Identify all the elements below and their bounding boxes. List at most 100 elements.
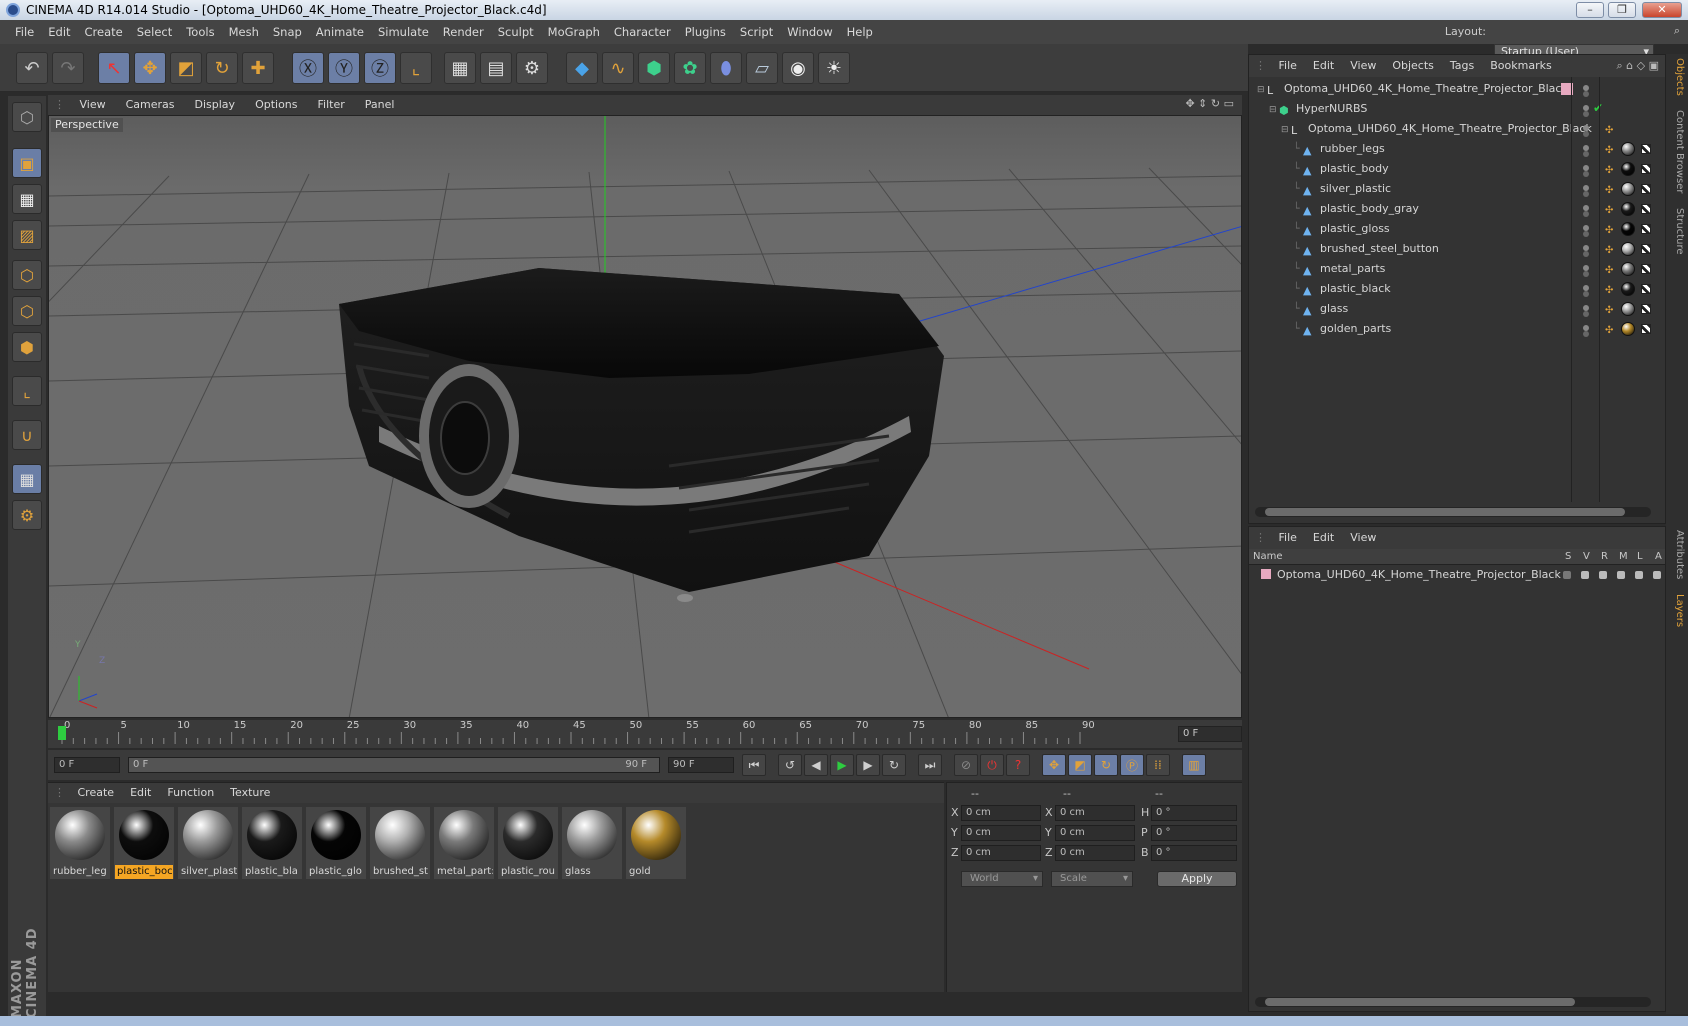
menu-select[interactable]: Select <box>130 20 179 44</box>
uvw-tag-icon[interactable] <box>1641 284 1651 294</box>
render-settings-icon[interactable]: ⚙ <box>516 52 548 84</box>
material-swatch[interactable]: brushed_st <box>370 807 430 879</box>
collapse-toggle-icon[interactable]: ⊟ <box>1269 100 1279 120</box>
layer-row[interactable]: Optoma_UHD60_4K_Home_Theatre_Projector_B… <box>1249 565 1561 585</box>
object-menu-edit[interactable]: Edit <box>1305 55 1342 77</box>
material-menu-function[interactable]: Function <box>159 783 222 803</box>
menu-snap[interactable]: Snap <box>266 20 309 44</box>
render-visibility-dot[interactable] <box>1583 231 1589 237</box>
coordinate-space-dropdown[interactable]: World ▾ <box>961 871 1043 887</box>
autokey-icon[interactable]: ⏻ <box>980 754 1004 776</box>
coord-pos-field[interactable]: 0 cm <box>961 845 1041 861</box>
mograph-cloner-icon[interactable]: ✿ <box>674 52 706 84</box>
layer-menu-view[interactable]: View <box>1342 527 1384 549</box>
layer-header-col-r[interactable]: R <box>1601 549 1608 565</box>
scale-tool-icon[interactable]: ◩ <box>170 52 202 84</box>
deformer-icon[interactable]: ⬮ <box>710 52 742 84</box>
viewport-menu-cameras[interactable]: Cameras <box>116 95 185 115</box>
timeline-ruler[interactable]: 0 5 10 15 20 25 30 35 40 45 50 55 60 65 70 75 80 85 90 <box>48 720 1242 748</box>
material-swatch[interactable]: rubber_leg <box>50 807 110 879</box>
coord-size-field[interactable]: 0 cm <box>1055 845 1135 861</box>
phong-tag-icon[interactable]: ✣ <box>1605 245 1613 256</box>
object-tree-row[interactable]: └ ▲ plastic_black <box>1249 279 1579 299</box>
material-tag-icon[interactable] <box>1621 222 1635 236</box>
uvw-tag-icon[interactable] <box>1641 304 1651 314</box>
viewport-menu-panel[interactable]: Panel <box>355 95 405 115</box>
object-menu-bookmarks[interactable]: Bookmarks <box>1482 55 1559 77</box>
frame-range-slider[interactable]: 0 F 90 F <box>128 757 660 773</box>
object-tree-row[interactable]: └ ▲ silver_plastic <box>1249 179 1579 199</box>
object-hscrollbar[interactable] <box>1255 507 1651 517</box>
z-axis-lock-icon[interactable]: Ⓩ <box>364 52 396 84</box>
start-frame-field[interactable]: 0 F <box>54 757 120 773</box>
viewport-menu-options[interactable]: Options <box>245 95 307 115</box>
x-axis-lock-icon[interactable]: Ⓧ <box>292 52 324 84</box>
polygons-mode-icon[interactable]: ⬢ <box>12 332 42 362</box>
coord-size-field[interactable]: 0 cm <box>1055 825 1135 841</box>
menu-animate[interactable]: Animate <box>309 20 371 44</box>
maximize-button[interactable]: ❐ <box>1608 2 1636 18</box>
render-visibility-dot[interactable] <box>1583 91 1589 97</box>
locked-workplane-icon[interactable]: ⚙ <box>12 500 42 530</box>
solo-toggle-icon[interactable] <box>1563 571 1571 579</box>
object-tree-row[interactable]: └ ▲ metal_parts <box>1249 259 1579 279</box>
uvw-tag-icon[interactable] <box>1641 184 1651 194</box>
menu-sculpt[interactable]: Sculpt <box>491 20 541 44</box>
render-visibility-dot[interactable] <box>1583 131 1589 137</box>
layer-header-col-m[interactable]: M <box>1619 549 1628 565</box>
playhead-marker[interactable] <box>58 726 66 740</box>
object-tree-row[interactable]: └ ▲ glass <box>1249 299 1579 319</box>
phong-tag-icon[interactable]: ✣ <box>1605 325 1613 336</box>
animation-toggle-icon[interactable] <box>1653 571 1661 579</box>
key-scale-icon[interactable]: ◩ <box>1068 754 1092 776</box>
layer-header-col-l[interactable]: L <box>1637 549 1643 565</box>
next-frame-icon[interactable]: ▶ <box>856 754 880 776</box>
object-tree-row[interactable]: ⊟ L Optoma_UHD60_4K_Home_Theatre_Projector… <box>1249 79 1579 99</box>
menu-create[interactable]: Create <box>78 20 130 44</box>
tab-attributes[interactable]: Attributes <box>1669 530 1685 579</box>
coord-pos-field[interactable]: 0 cm <box>961 805 1041 821</box>
coord-size-field[interactable]: 0 cm <box>1055 805 1135 821</box>
phong-tag-icon[interactable]: ✣ <box>1605 205 1613 216</box>
transform-mode-dropdown[interactable]: Scale ▾ <box>1051 871 1133 887</box>
material-swatch[interactable]: glass <box>562 807 622 879</box>
material-tag-icon[interactable] <box>1621 322 1635 336</box>
current-frame-field[interactable]: 0 F <box>1178 726 1242 742</box>
axis-mode-icon[interactable]: ⌞ <box>12 376 42 406</box>
y-axis-lock-icon[interactable]: Ⓨ <box>328 52 360 84</box>
render-visibility-dot[interactable] <box>1583 171 1589 177</box>
coord-rot-field[interactable]: 0 ° <box>1151 825 1237 841</box>
menu-simulate[interactable]: Simulate <box>371 20 436 44</box>
object-tree-row[interactable]: └ ▲ brushed_steel_button <box>1249 239 1579 259</box>
object-menu-file[interactable]: File <box>1271 55 1305 77</box>
viewport-menu-display[interactable]: Display <box>185 95 246 115</box>
material-tag-icon[interactable] <box>1621 202 1635 216</box>
phong-tag-icon[interactable]: ✣ <box>1605 145 1613 156</box>
minimize-button[interactable]: – <box>1576 2 1604 18</box>
tab-objects[interactable]: Objects <box>1669 58 1685 96</box>
material-swatch[interactable]: silver_plast <box>178 807 238 879</box>
material-menu-create[interactable]: Create <box>70 783 123 803</box>
coord-rot-field[interactable]: 0 ° <box>1151 805 1237 821</box>
menu-window[interactable]: Window <box>780 20 839 44</box>
previous-frame-icon[interactable]: ◀ <box>804 754 828 776</box>
spline-icon[interactable]: ∿ <box>602 52 634 84</box>
object-tree-row[interactable]: └ ▲ plastic_body <box>1249 159 1579 179</box>
manager-toggle-icon[interactable] <box>1617 571 1625 579</box>
layer-header-col-v[interactable]: V <box>1583 549 1590 565</box>
material-swatch[interactable]: plastic_bla <box>242 807 302 879</box>
render-picture-viewer-icon[interactable]: ▤ <box>480 52 512 84</box>
layer-menu-file[interactable]: File <box>1271 527 1305 549</box>
end-frame-field[interactable]: 90 F <box>668 757 734 773</box>
render-visibility-dot[interactable] <box>1583 211 1589 217</box>
menu-script[interactable]: Script <box>733 20 780 44</box>
uvw-tag-icon[interactable] <box>1641 324 1651 334</box>
phong-tag-icon[interactable]: ✣ <box>1605 305 1613 316</box>
object-tree-row[interactable]: ⊟ ⬢ HyperNURBS <box>1249 99 1579 119</box>
render-visibility-dot[interactable] <box>1583 191 1589 197</box>
menu-help[interactable]: Help <box>840 20 880 44</box>
apply-button[interactable]: Apply <box>1157 871 1237 887</box>
object-tree-row[interactable]: └ ▲ plastic_body_gray <box>1249 199 1579 219</box>
material-swatch[interactable]: plastic_boc <box>114 807 174 879</box>
phong-tag-icon[interactable]: ✣ <box>1605 285 1613 296</box>
